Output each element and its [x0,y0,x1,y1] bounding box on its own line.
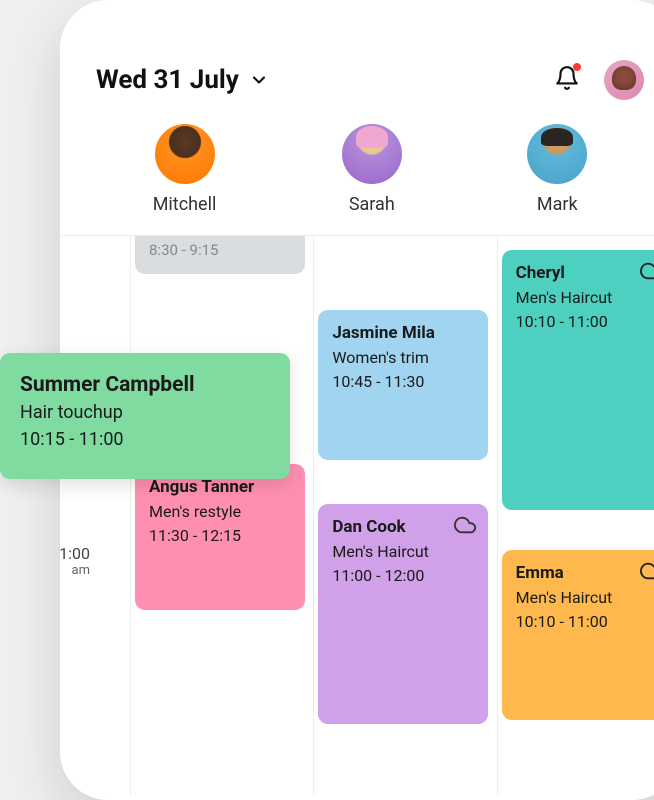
appointment-time: 11:30 - 12:15 [149,525,291,547]
calendar-column: Jasmine Mila Women's trim 10:45 - 11:30 … [313,236,496,795]
calendar-column: Cheryl Men's Haircut 10:10 - 11:00 Emma … [497,236,654,795]
calendar-grid[interactable]: 11:00 am 8:30 - 9:15 Angus Tanner Men's … [60,235,654,795]
appointment-card[interactable]: Cheryl Men's Haircut 10:10 - 11:00 [502,250,654,510]
appointment-client: Emma [516,562,654,585]
time-marker-ampm: am [60,563,90,578]
appointment-card[interactable]: Emma Men's Haircut 10:10 - 11:00 [502,550,654,720]
staff-item-mark[interactable]: Mark [527,124,587,215]
appointment-time: 10:10 - 11:00 [516,311,654,333]
appointment-time: 10:10 - 11:00 [516,611,654,633]
appointment-service: Women's trim [332,347,474,369]
cloud-icon [454,514,476,542]
staff-item-mitchell[interactable]: Mitchell [153,124,217,215]
time-marker: 11:00 am [60,544,90,578]
time-marker-label: 11:00 [60,544,90,563]
header: Wed 31 July [60,40,654,124]
appointment-service: Men's Haircut [516,287,654,309]
appointment-client: Dan Cook [332,516,474,539]
staff-avatar [155,124,215,184]
staff-avatar [527,124,587,184]
appointment-service: Hair touchup [20,401,270,425]
appointment-time: 11:00 - 12:00 [332,565,474,587]
appointment-service: Men's Haircut [332,541,474,563]
notifications-button[interactable] [554,65,580,95]
calendar-columns: 8:30 - 9:15 Angus Tanner Men's restyle 1… [130,236,654,795]
appointment-time: 10:15 - 11:00 [20,428,270,452]
appointment-card[interactable]: Jasmine Mila Women's trim 10:45 - 11:30 [318,310,488,460]
cloud-icon [640,560,654,588]
staff-name: Mitchell [153,194,217,215]
appointment-service: Men's restyle [149,501,291,523]
appointment-client: Cheryl [516,262,654,285]
appointment-service: Men's Haircut [516,587,654,609]
calendar-column: 8:30 - 9:15 Angus Tanner Men's restyle 1… [130,236,313,795]
appointment-time: 10:45 - 11:30 [332,371,474,393]
date-label: Wed 31 July [96,65,239,95]
appointment-client: Angus Tanner [149,476,291,499]
appointment-card[interactable]: Angus Tanner Men's restyle 11:30 - 12:15 [135,464,305,610]
staff-avatar [342,124,402,184]
staff-row: Mitchell Sarah Mark [60,124,654,235]
appointment-time: 8:30 - 9:15 [149,240,291,260]
appointment-client: Summer Campbell [20,371,270,399]
staff-item-sarah[interactable]: Sarah [342,124,402,215]
notification-dot-icon [573,63,581,71]
cloud-icon [640,260,654,288]
appointment-client: Jasmine Mila [332,322,474,345]
chevron-down-icon [249,70,269,90]
staff-name: Mark [537,194,578,215]
date-picker[interactable]: Wed 31 July [96,65,269,95]
staff-name: Sarah [349,194,395,215]
header-actions [554,60,644,100]
appointment-card[interactable]: Dan Cook Men's Haircut 11:00 - 12:00 [318,504,488,724]
appointment-card-floating[interactable]: Summer Campbell Hair touchup 10:15 - 11:… [0,353,290,479]
profile-avatar[interactable] [604,60,644,100]
appointment-card[interactable]: 8:30 - 9:15 [135,236,305,274]
